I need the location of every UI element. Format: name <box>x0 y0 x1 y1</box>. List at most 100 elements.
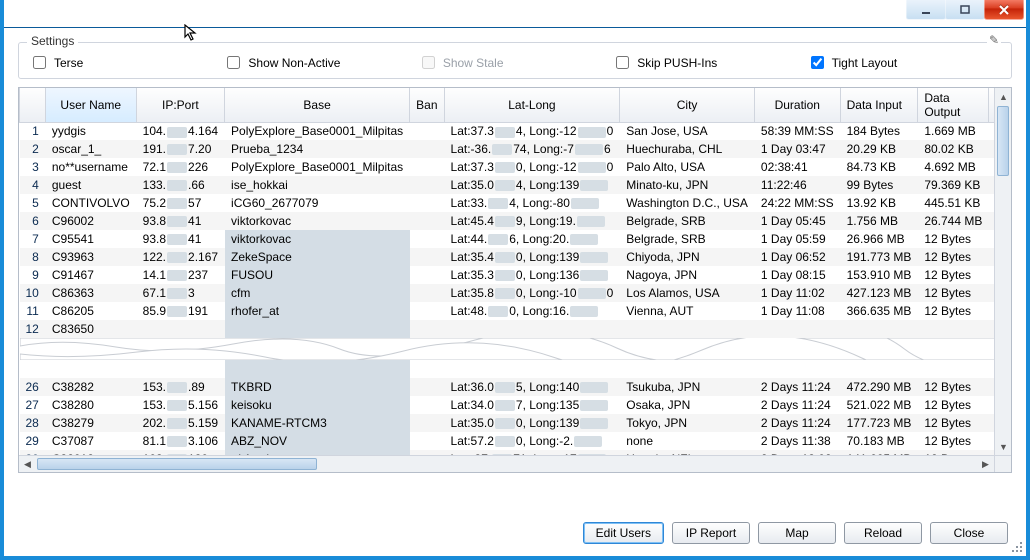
table-row[interactable]: 11C8620585.9191rhofer_atLat:48.0, Long:1… <box>20 302 995 320</box>
ip-report-button[interactable]: IP Report <box>672 522 750 544</box>
cell-latlong: Lat:34.07, Long:135 <box>444 396 620 414</box>
cell-user: C38279 <box>45 414 136 432</box>
table-row[interactable]: 1yydgis104.4.164PolyExplore_Base0001_Mil… <box>20 122 995 140</box>
close-dialog-button[interactable]: Close <box>930 522 1008 544</box>
cell-user: no**username <box>45 158 136 176</box>
cell-ip: 104.4.164 <box>136 122 224 140</box>
cell-latlong: Lat:57.20, Long:-2. <box>444 432 620 450</box>
table-row[interactable]: 26C38282153..89TKBRDLat:36.05, Long:140T… <box>20 378 995 396</box>
cell-user: C86205 <box>45 302 136 320</box>
resize-grip-icon[interactable] <box>1010 540 1022 552</box>
terse-input[interactable] <box>33 56 46 69</box>
vscroll-thumb[interactable] <box>997 106 1009 176</box>
cell-data-out: 1.669 MB <box>918 122 989 140</box>
cell-data-in <box>840 360 918 378</box>
cell-user: guest <box>45 176 136 194</box>
cell-city: Nagoya, JPN <box>620 266 755 284</box>
cell-base: ABZ_NOV <box>225 432 410 450</box>
hscroll-thumb[interactable] <box>37 458 317 470</box>
col-user-name[interactable]: User Name <box>45 88 136 122</box>
map-button[interactable]: Map <box>758 522 836 544</box>
col-lat-long[interactable]: Lat-Long <box>444 88 620 122</box>
horizontal-scrollbar[interactable]: ◀ ▶ <box>19 455 994 472</box>
cell-city <box>620 360 755 378</box>
cell-base: keisoku <box>225 396 410 414</box>
show-non-active-input[interactable] <box>227 56 240 69</box>
scroll-down-icon[interactable]: ▼ <box>995 438 1012 455</box>
cell-ip: 85.9191 <box>136 302 224 320</box>
minimize-button[interactable] <box>906 0 946 20</box>
cell-ip: 202.5.159 <box>136 414 224 432</box>
col-ban[interactable]: Ban <box>410 88 444 122</box>
cell-user: C96002 <box>45 212 136 230</box>
cell-latlong: Lat:35.40, Long:139 <box>444 248 620 266</box>
cell-latlong: Lat:37.30, Long:-120 <box>444 158 620 176</box>
row-number: 10 <box>20 284 46 302</box>
table-row[interactable]: 8C93963122.2.167ZekeSpaceLat:35.40, Long… <box>20 248 995 266</box>
tight-layout-input[interactable] <box>811 56 824 69</box>
cell-base: KANAME-RTCM3 <box>225 414 410 432</box>
table-row[interactable]: 28C38279202.5.159KANAME-RTCM3Lat:35.00, … <box>20 414 995 432</box>
col-city[interactable]: City <box>620 88 755 122</box>
cell-ip: 81.13.106 <box>136 432 224 450</box>
table-row[interactable]: 9C9146714.1237FUSOULat:35.30, Long:136Na… <box>20 266 995 284</box>
cell-data-in: 366.635 MB <box>840 302 918 320</box>
cell-duration <box>754 320 840 338</box>
col-data-input[interactable]: Data Input <box>840 88 918 122</box>
cell-base: viktorkovac <box>225 212 410 230</box>
cell-data-in <box>840 320 918 338</box>
table-row[interactable]: 6C9600293.841viktorkovacLat:45.49, Long:… <box>20 212 995 230</box>
show-non-active-checkbox[interactable]: Show Non-Active <box>223 53 417 72</box>
table-row[interactable]: 27C38280153.5.156keisokuLat:34.07, Long:… <box>20 396 995 414</box>
terse-checkbox[interactable]: Terse <box>29 53 223 72</box>
close-button[interactable] <box>984 0 1024 20</box>
cell-duration: 2 Days 11:38 <box>754 432 840 450</box>
col-ip-port[interactable]: IP:Port <box>136 88 224 122</box>
table-row[interactable]: 10C8636367.13cfmLat:35.80, Long:-100Los … <box>20 284 995 302</box>
table-row[interactable]: 29C3708781.13.106ABZ_NOVLat:57.20, Long:… <box>20 432 995 450</box>
col-duration[interactable]: Duration <box>754 88 840 122</box>
cell-duration: 58:39 MM:SS <box>754 122 840 140</box>
cell-city: none <box>620 432 755 450</box>
row-number: 8 <box>20 248 46 266</box>
col-data-output[interactable]: Data Output <box>918 88 989 122</box>
cell-duration: 2 Days 11:24 <box>754 414 840 432</box>
scroll-up-icon[interactable]: ▲ <box>995 88 1012 105</box>
cell-data-in: 472.290 MB <box>840 378 918 396</box>
pencil-icon[interactable]: ✎ <box>987 33 1001 47</box>
cell-city <box>620 320 755 338</box>
cell-ban <box>410 360 444 378</box>
cell-data-out <box>918 320 989 338</box>
table-row[interactable]: 5CONTIVOLVO75.257iCG60_2677079Lat:33.4, … <box>20 194 995 212</box>
skip-push-ins-checkbox[interactable]: Skip PUSH-Ins <box>612 53 806 72</box>
client-table: User Name IP:Port Base Ban Lat-Long City… <box>18 87 1012 473</box>
cell-city: Osaka, JPN <box>620 396 755 414</box>
tight-layout-checkbox[interactable]: Tight Layout <box>807 53 1001 72</box>
cell-city: Los Alamos, USA <box>620 284 755 302</box>
col-number[interactable] <box>20 88 46 122</box>
vertical-scrollbar[interactable]: ▲ ▼ <box>994 88 1011 455</box>
edit-users-button[interactable]: Edit Users <box>583 522 664 544</box>
table-row[interactable]: 3no**username72.1226PolyExplore_Base0001… <box>20 158 995 176</box>
cell-user <box>45 360 136 378</box>
skip-push-ins-input[interactable] <box>616 56 629 69</box>
cell-user: C83650 <box>45 320 136 338</box>
cell-base: ise_hokkai <box>225 176 410 194</box>
cell-city: Belgrade, SRB <box>620 212 755 230</box>
torn-edge <box>20 338 995 360</box>
table-row[interactable]: 12C83650 <box>20 320 995 338</box>
table-row[interactable] <box>20 360 995 378</box>
table-row[interactable]: 4guest133..66ise_hokkaiLat:35.04, Long:1… <box>20 176 995 194</box>
cell-data-out: 4.692 MB <box>918 158 989 176</box>
cell-ip: 153..89 <box>136 378 224 396</box>
maximize-button[interactable] <box>945 0 985 20</box>
title-bar[interactable]: NTRIP Client List <box>4 0 1026 28</box>
scroll-right-icon[interactable]: ▶ <box>977 456 994 473</box>
cell-duration: 02:38:41 <box>754 158 840 176</box>
col-base[interactable]: Base <box>225 88 410 122</box>
reload-button[interactable]: Reload <box>844 522 922 544</box>
table-row[interactable]: 2oscar_1_191.7.20Prueba_1234Lat:-36.74, … <box>20 140 995 158</box>
scroll-left-icon[interactable]: ◀ <box>19 456 36 473</box>
cell-ip <box>136 360 224 378</box>
table-row[interactable]: 7C9554193.841viktorkovacLat:44.6, Long:2… <box>20 230 995 248</box>
